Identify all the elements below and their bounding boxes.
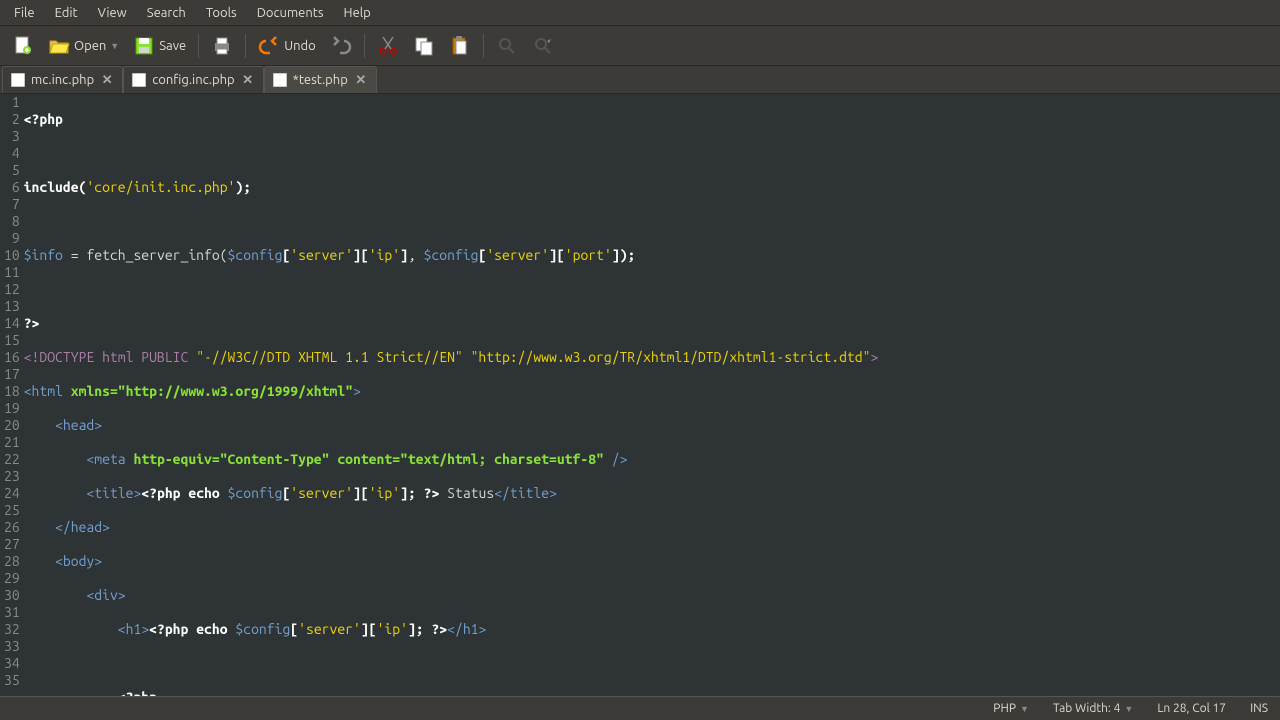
undo-button[interactable]: Undo bbox=[252, 31, 322, 61]
open-folder-icon bbox=[48, 35, 70, 57]
chevron-down-icon: ▼ bbox=[110, 41, 119, 51]
close-icon[interactable]: ✕ bbox=[100, 73, 114, 87]
open-button[interactable]: Open ▼ bbox=[42, 31, 125, 61]
print-button[interactable] bbox=[205, 31, 239, 61]
tab-label: *test.php bbox=[293, 73, 348, 87]
find-replace-button[interactable] bbox=[526, 31, 560, 61]
menu-file[interactable]: File bbox=[4, 2, 45, 24]
menu-view[interactable]: View bbox=[88, 2, 137, 24]
find-button[interactable] bbox=[490, 31, 524, 61]
toolbar-separator bbox=[245, 34, 246, 58]
find-replace-icon bbox=[532, 35, 554, 57]
tab-bar: mc.inc.php ✕ config.inc.php ✕ *test.php … bbox=[0, 66, 1280, 94]
save-label: Save bbox=[159, 39, 186, 53]
save-icon bbox=[133, 35, 155, 57]
menu-documents[interactable]: Documents bbox=[247, 2, 334, 24]
php-file-icon bbox=[273, 73, 287, 87]
tab-mc-inc-php[interactable]: mc.inc.php ✕ bbox=[2, 66, 123, 93]
copy-button[interactable] bbox=[407, 31, 441, 61]
paste-icon bbox=[449, 35, 471, 57]
paste-button[interactable] bbox=[443, 31, 477, 61]
toolbar: Open ▼ Save Undo bbox=[0, 26, 1280, 66]
statusbar: PHP▼ Tab Width: 4▼ Ln 28, Col 17 INS bbox=[0, 696, 1280, 720]
cut-button[interactable] bbox=[371, 31, 405, 61]
tab-test-php[interactable]: *test.php ✕ bbox=[264, 66, 377, 93]
search-icon bbox=[496, 35, 518, 57]
tab-label: mc.inc.php bbox=[31, 73, 94, 87]
menu-tools[interactable]: Tools bbox=[196, 2, 247, 24]
php-file-icon bbox=[132, 73, 146, 87]
toolbar-separator bbox=[364, 34, 365, 58]
menu-help[interactable]: Help bbox=[334, 2, 381, 24]
redo-icon bbox=[330, 35, 352, 57]
menu-edit[interactable]: Edit bbox=[45, 2, 88, 24]
redo-button[interactable] bbox=[324, 31, 358, 61]
code-content[interactable]: <?php include('core/init.inc.php'); $inf… bbox=[24, 94, 1280, 696]
code-editor[interactable]: 1234567891011121314151617181920212223242… bbox=[0, 94, 1280, 696]
undo-icon bbox=[258, 35, 280, 57]
tab-width-selector[interactable]: Tab Width: 4▼ bbox=[1053, 702, 1133, 715]
save-button[interactable]: Save bbox=[127, 31, 192, 61]
toolbar-separator bbox=[483, 34, 484, 58]
menu-search[interactable]: Search bbox=[137, 2, 196, 24]
php-file-icon bbox=[11, 73, 25, 87]
insert-mode[interactable]: INS bbox=[1250, 702, 1268, 715]
new-file-icon bbox=[12, 35, 34, 57]
new-file-button[interactable] bbox=[6, 31, 40, 61]
close-icon[interactable]: ✕ bbox=[354, 73, 368, 87]
toolbar-separator bbox=[198, 34, 199, 58]
undo-label: Undo bbox=[284, 39, 316, 53]
menubar: File Edit View Search Tools Documents He… bbox=[0, 0, 1280, 26]
copy-icon bbox=[413, 35, 435, 57]
line-number-gutter: 1234567891011121314151617181920212223242… bbox=[0, 94, 24, 696]
cursor-position: Ln 28, Col 17 bbox=[1157, 702, 1226, 715]
close-icon[interactable]: ✕ bbox=[241, 73, 255, 87]
tab-label: config.inc.php bbox=[152, 73, 234, 87]
print-icon bbox=[211, 35, 233, 57]
open-label: Open bbox=[74, 39, 106, 53]
cut-icon bbox=[377, 35, 399, 57]
tab-config-inc-php[interactable]: config.inc.php ✕ bbox=[123, 66, 263, 93]
language-selector[interactable]: PHP▼ bbox=[993, 702, 1029, 715]
